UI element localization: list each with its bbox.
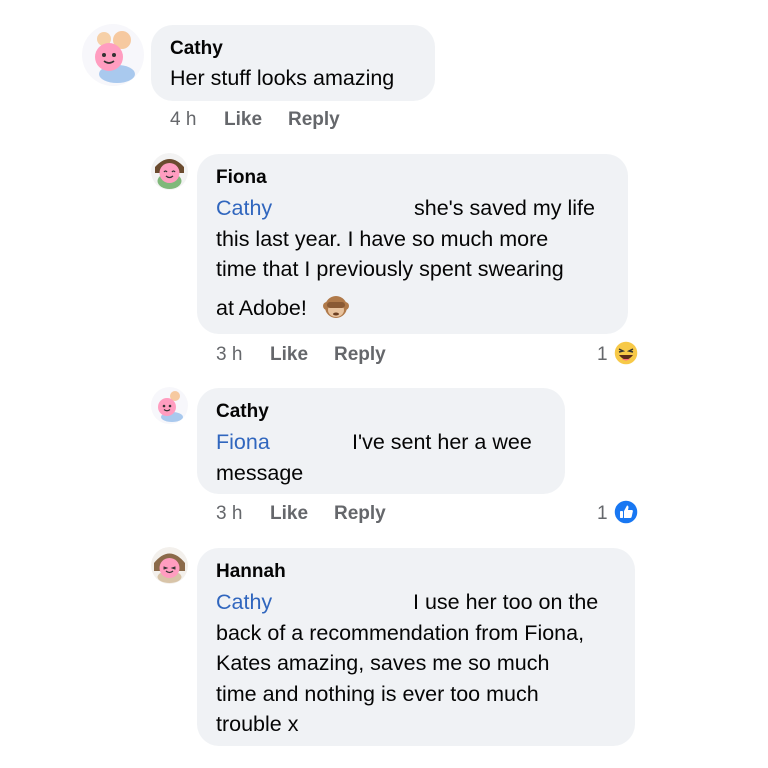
see-no-evil-monkey-emoji-icon — [322, 293, 350, 321]
avatar-illustration-icon — [151, 387, 188, 424]
comment-timestamp[interactable]: 3 h — [216, 344, 242, 366]
reply-button[interactable]: Reply — [288, 109, 340, 131]
comment-text: she's saved my life — [414, 196, 595, 220]
comment-text: at Adobe! — [216, 296, 307, 320]
like-button[interactable]: Like — [270, 344, 308, 366]
comment-text: I've sent her a wee — [352, 430, 532, 454]
mention-link[interactable]: Cathy — [216, 590, 272, 615]
comment-text: Her stuff looks amazing — [170, 66, 395, 90]
reply-button[interactable]: Reply — [334, 344, 386, 366]
comment-text: this last year. I have so much more — [216, 227, 549, 251]
comment-author[interactable]: Fiona — [216, 167, 267, 189]
reply-button[interactable]: Reply — [334, 503, 386, 525]
like-button[interactable]: Like — [224, 109, 262, 131]
avatar-illustration-icon — [151, 153, 188, 190]
comment-text: trouble x — [216, 712, 299, 736]
avatar-cathy[interactable] — [82, 24, 144, 86]
laughing-emoji-icon[interactable] — [613, 340, 639, 366]
comment-author[interactable]: Hannah — [216, 561, 286, 583]
comment-text: time that I previously spent swearing — [216, 257, 564, 281]
comment-text: Kates amazing, saves me so much — [216, 651, 550, 675]
comment-author[interactable]: Cathy — [170, 38, 223, 60]
avatar-illustration-icon — [82, 24, 144, 86]
comment-text: time and nothing is ever too much — [216, 682, 539, 706]
avatar-cathy[interactable] — [151, 387, 188, 424]
comment-text: I use her too on the — [413, 590, 599, 614]
reaction-count[interactable]: 1 — [597, 344, 608, 366]
mention-link[interactable]: Cathy — [216, 196, 272, 221]
comment-text: message — [216, 461, 304, 485]
like-thumb-icon[interactable] — [613, 499, 639, 525]
reaction-count[interactable]: 1 — [597, 503, 608, 525]
like-button[interactable]: Like — [270, 503, 308, 525]
avatar-hannah[interactable] — [151, 547, 188, 584]
avatar-illustration-icon — [151, 547, 188, 584]
comment-timestamp[interactable]: 3 h — [216, 503, 242, 525]
comment-author[interactable]: Cathy — [216, 401, 269, 423]
comment-timestamp[interactable]: 4 h — [170, 109, 196, 131]
avatar-fiona[interactable] — [151, 153, 188, 190]
mention-link[interactable]: Fiona — [216, 430, 270, 455]
comment-text: back of a recommendation from Fiona, — [216, 621, 585, 645]
